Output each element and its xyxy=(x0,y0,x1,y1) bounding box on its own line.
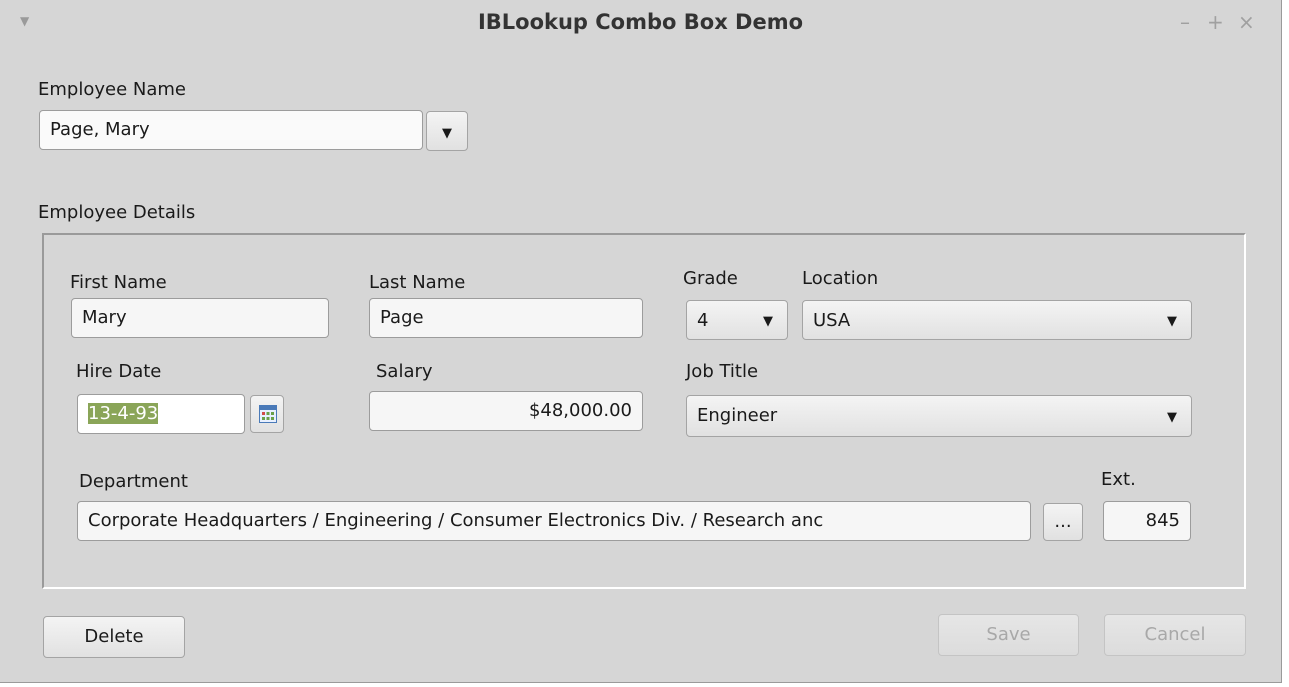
department-label: Department xyxy=(79,471,188,492)
location-label: Location xyxy=(802,268,879,289)
dialog-window: ▼ IBLookup Combo Box Demo – + × Employee… xyxy=(0,0,1282,683)
last-name-label: Last Name xyxy=(369,272,466,293)
job-title-value: Engineer xyxy=(697,405,778,426)
salary-label: Salary xyxy=(376,361,433,382)
employee-details-label: Employee Details xyxy=(38,202,196,223)
location-select[interactable]: USA ▼ xyxy=(802,300,1192,340)
title-bar[interactable]: ▼ IBLookup Combo Box Demo – + × xyxy=(0,0,1281,52)
calendar-button[interactable] xyxy=(250,395,284,433)
department-input[interactable]: Corporate Headquarters / Engineering / C… xyxy=(77,501,1031,541)
salary-input[interactable]: $48,000.00 xyxy=(369,391,643,431)
last-name-input[interactable]: Page xyxy=(369,298,643,338)
minimize-button[interactable]: – xyxy=(1180,10,1190,34)
employee-name-input[interactable]: Page, Mary xyxy=(39,110,423,150)
job-title-label: Job Title xyxy=(686,361,759,382)
ext-label: Ext. xyxy=(1101,469,1136,490)
calendar-icon xyxy=(259,405,277,423)
location-value: USA xyxy=(813,310,851,331)
employee-name-dropdown-button[interactable]: ▼ xyxy=(426,111,468,151)
first-name-input[interactable]: Mary xyxy=(71,298,329,338)
department-browse-button[interactable]: ... xyxy=(1043,503,1083,541)
hire-date-label: Hire Date xyxy=(76,361,162,382)
grade-label: Grade xyxy=(683,268,738,289)
hire-date-input[interactable]: 13-4-93 xyxy=(77,394,245,434)
first-name-label: First Name xyxy=(70,272,167,293)
save-button[interactable]: Save xyxy=(938,614,1079,656)
hire-date-value: 13-4-93 xyxy=(88,403,159,424)
ext-input[interactable]: 845 xyxy=(1103,501,1191,541)
maximize-button[interactable]: + xyxy=(1207,10,1224,34)
grade-select[interactable]: 4 ▼ xyxy=(686,300,788,340)
close-button[interactable]: × xyxy=(1238,10,1255,34)
cancel-button[interactable]: Cancel xyxy=(1104,614,1246,656)
chevron-down-icon: ▼ xyxy=(1167,314,1177,329)
job-title-select[interactable]: Engineer ▼ xyxy=(686,395,1192,437)
chevron-down-icon: ▼ xyxy=(763,314,773,329)
delete-button[interactable]: Delete xyxy=(43,616,185,658)
window-title: IBLookup Combo Box Demo xyxy=(477,10,804,34)
chevron-down-icon: ▼ xyxy=(442,126,452,141)
employee-name-label: Employee Name xyxy=(38,79,186,100)
chevron-down-icon: ▼ xyxy=(1167,410,1177,425)
grade-value: 4 xyxy=(697,310,709,331)
